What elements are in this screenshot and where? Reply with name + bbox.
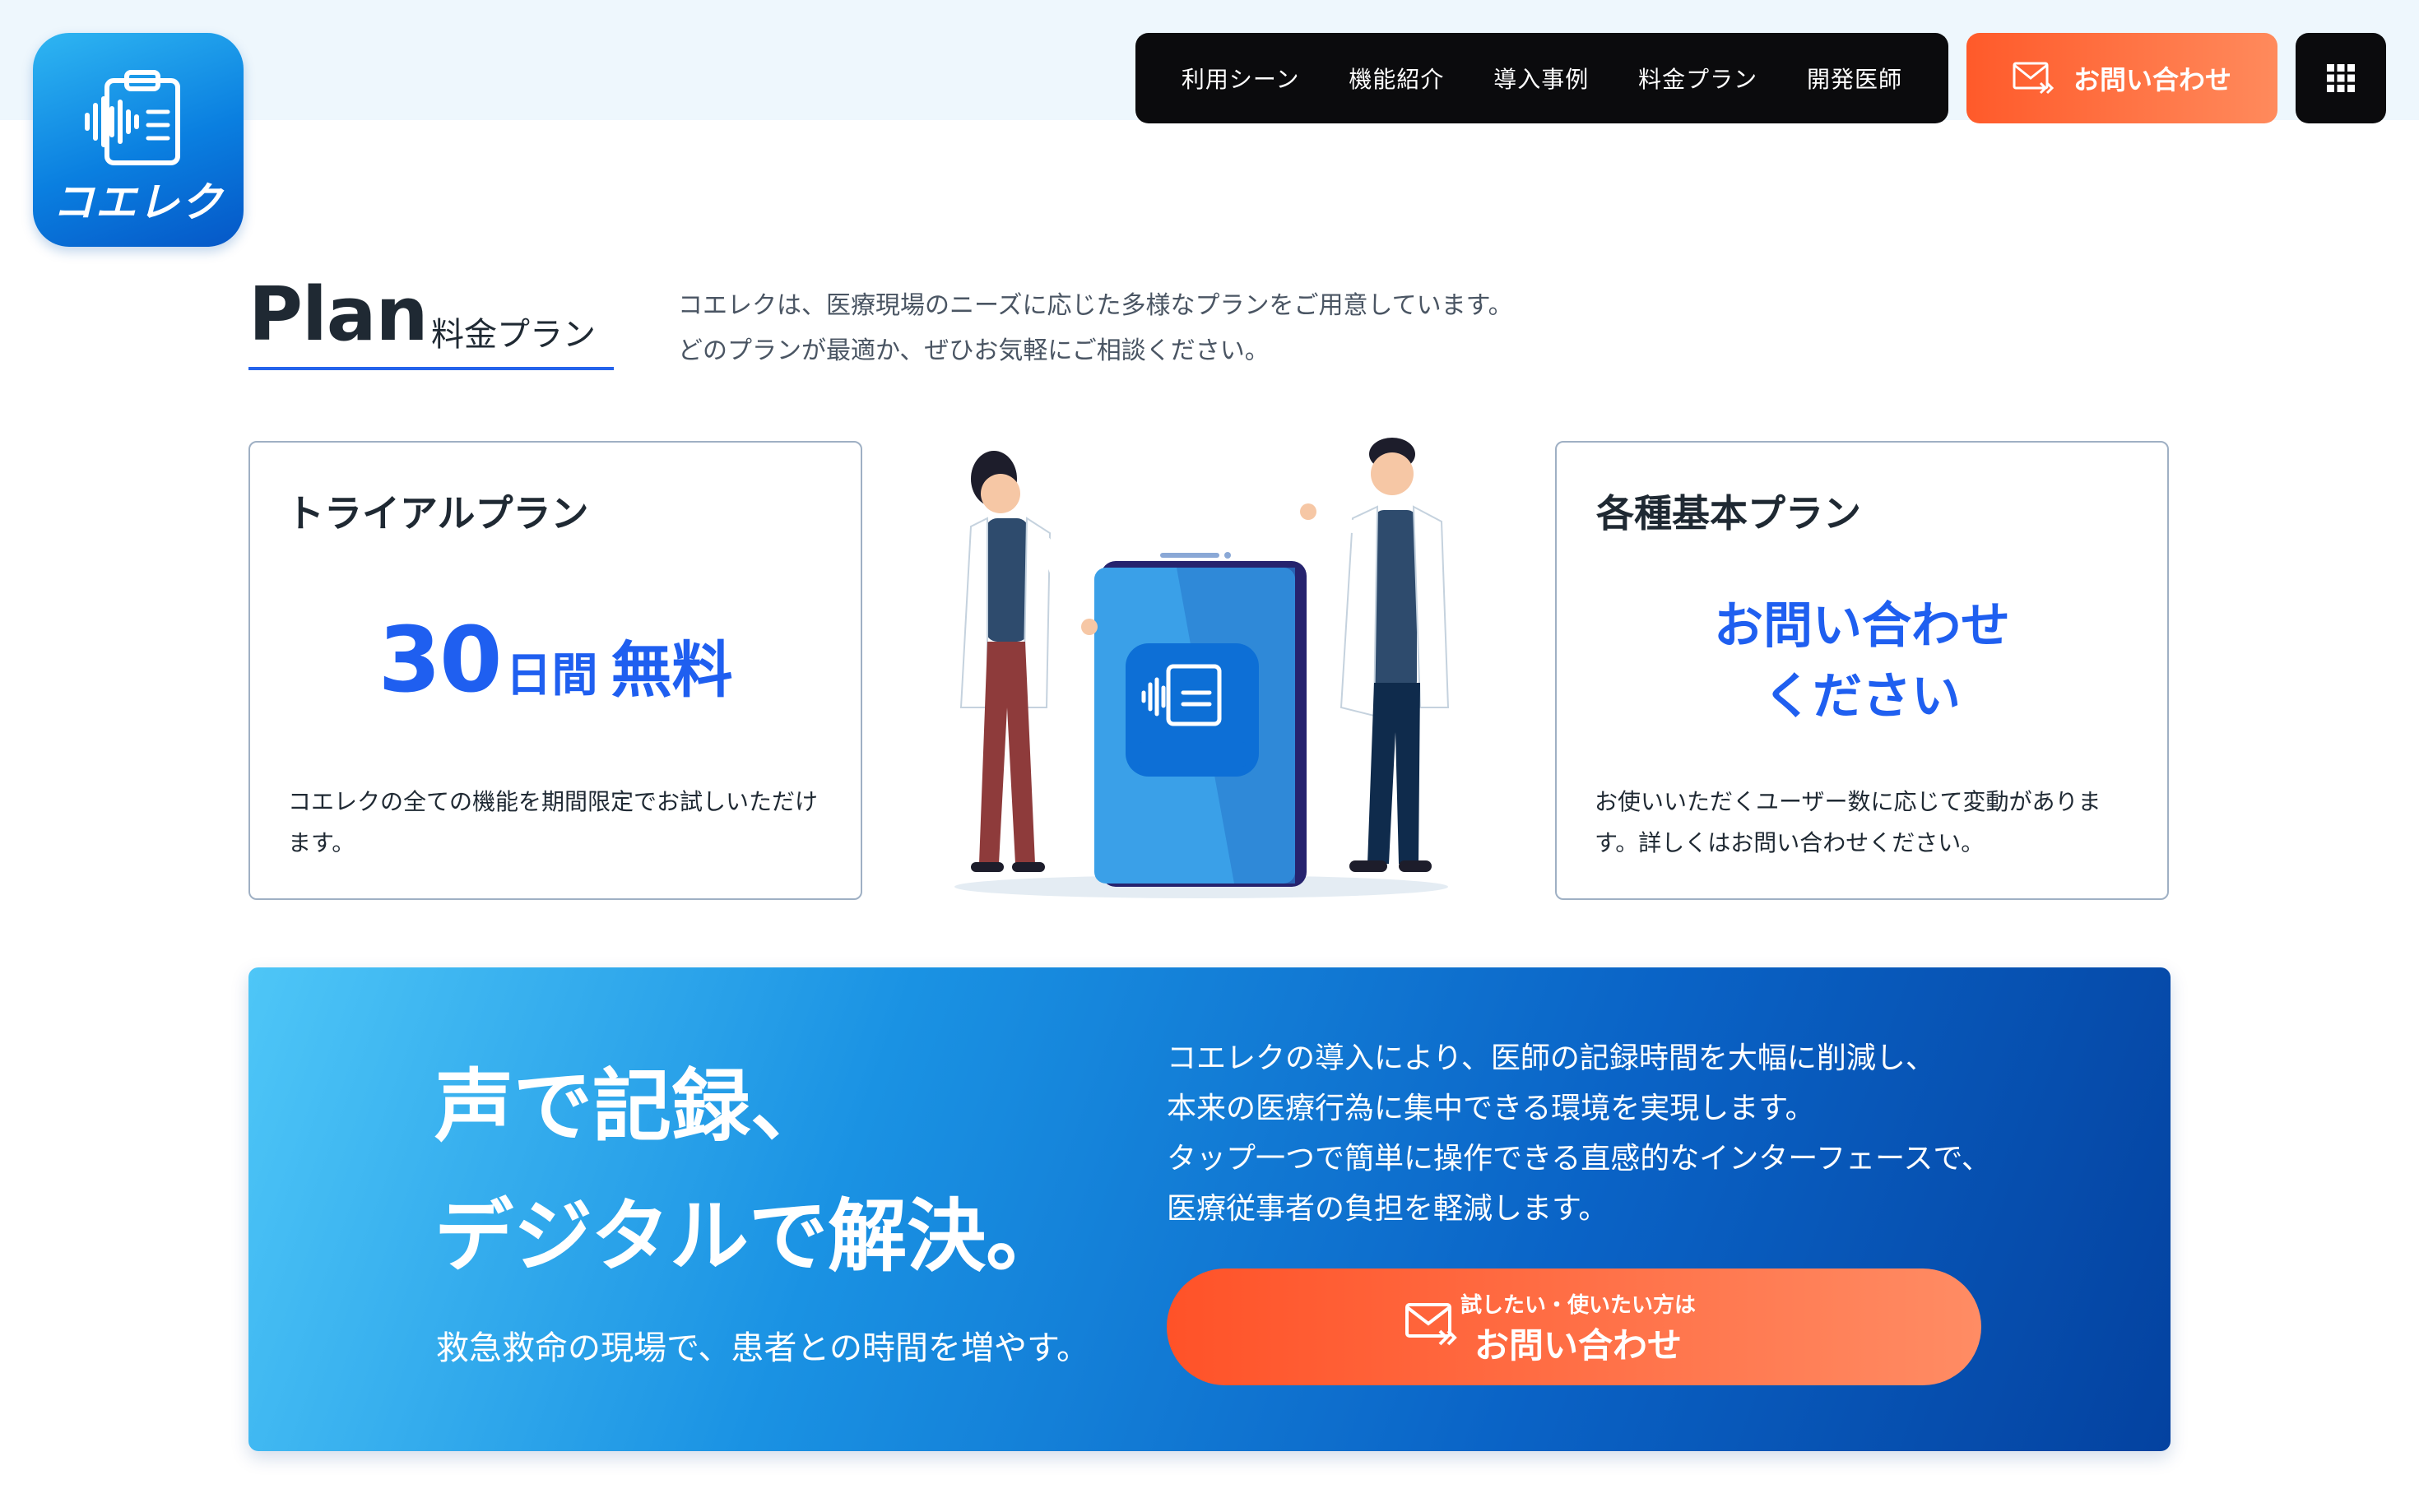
banner-body-line-2: 本来の医療行為に集中できる環境を実現します。 <box>1167 1092 1815 1125</box>
banner-body-line-1: コエレクの導入により、医師の記録時間を大幅に削減し、 <box>1167 1041 1935 1075</box>
mail-icon <box>2013 62 2055 95</box>
trial-plan-description: コエレクの全ての機能を期間限定でお試しいただけます。 <box>288 788 819 856</box>
cta-banner: 声で記録、 デジタルで解決。 救急救命の現場で、患者との時間を増やす。 コエレク… <box>248 967 2171 1451</box>
nav-item-developer-doctors[interactable]: 開発医師 <box>1807 62 1902 95</box>
trial-free-label: 無料 <box>611 635 733 706</box>
banner-body: コエレクの導入により、医師の記録時間を大幅に削減し、 本来の医療行為に集中できる… <box>1167 1033 1991 1234</box>
header-contact-label: お問い合わせ <box>2073 64 2231 95</box>
trial-plan-card: トライアルプラン 30 日間 無料 コエレクの全ての機能を期間限定でお試しいただけま… <box>248 441 862 900</box>
nav-item-pricing[interactable]: 料金プラン <box>1638 62 1757 95</box>
basic-plan-description: お使いいただくユーザー数に応じて変動があります。詳しくはお問い合わせください。 <box>1595 788 2101 856</box>
logo-text: コエレク <box>53 179 224 226</box>
brand-logo[interactable]: コエレク <box>33 33 244 247</box>
menu-button[interactable] <box>2296 33 2386 123</box>
plan-intro: コエレクは、医療現場のニーズに応じた多様なプランをご用意しています。 どのプラン… <box>678 283 1513 373</box>
basic-plan-ask-line-2: ください <box>1763 668 1961 726</box>
basic-plan-contact-prompt: お問い合わせ ください <box>1557 591 2167 732</box>
banner-contact-subtext: 試したい・使いたい方は <box>1460 1293 1696 1318</box>
basic-plan-card: 各種基本プラン お問い合わせ ください お使いいただくユーザー数に応じて変動があ… <box>1555 441 2169 900</box>
banner-tagline: 救急救命の現場で、患者との時間を増やす。 <box>436 1329 1089 1367</box>
nav-item-features[interactable]: 機能紹介 <box>1349 62 1444 95</box>
plan-section-subtitle: 料金プラン <box>431 316 596 354</box>
grid-icon <box>2327 64 2355 92</box>
plan-intro-line-1: コエレクは、医療現場のニーズに応じた多様なプランをご用意しています。 <box>678 291 1513 320</box>
banner-contact-button[interactable]: 試したい・使いたい方は お問い合わせ <box>1167 1269 1981 1385</box>
banner-headline-line-1: 声で記録、 <box>434 1060 829 1153</box>
banner-body-line-4: 医療従事者の負担を軽減します。 <box>1167 1192 1609 1226</box>
main-nav: 利用シーン 機能紹介 導入事例 料金プラン 開発医師 <box>1135 33 1948 123</box>
plan-intro-line-2: どのプランが最適か、ぜひお気軽にご相談ください。 <box>678 336 1270 365</box>
basic-plan-ask-line-1: お問い合わせ <box>1714 597 2010 655</box>
trial-days-unit: 日間 <box>505 649 598 703</box>
doctors-with-phone-illustration <box>954 438 1450 898</box>
header-contact-button[interactable]: お問い合わせ <box>1966 33 2277 123</box>
plan-section-title: Plan <box>248 271 429 358</box>
banner-headline: 声で記録、 デジタルで解決。 <box>434 1041 1065 1301</box>
trial-plan-price: 30 日間 無料 <box>250 607 861 712</box>
trial-days-number: 30 <box>378 607 502 712</box>
basic-plan-title: 各種基本プラン <box>1596 491 1861 536</box>
banner-headline-line-2: デジタルで解決。 <box>434 1190 1066 1282</box>
nav-item-usage-scenes[interactable]: 利用シーン <box>1182 62 1300 95</box>
clipboard-waveform-icon <box>85 70 180 165</box>
plan-title-underline <box>248 367 614 370</box>
banner-contact-label: お問い合わせ <box>1474 1325 1682 1366</box>
banner-body-line-3: タップ一つで簡単に操作できる直感的なインターフェースで、 <box>1167 1142 1991 1176</box>
trial-plan-title: トライアルプラン <box>286 491 589 536</box>
nav-item-case-studies[interactable]: 導入事例 <box>1493 62 1589 95</box>
